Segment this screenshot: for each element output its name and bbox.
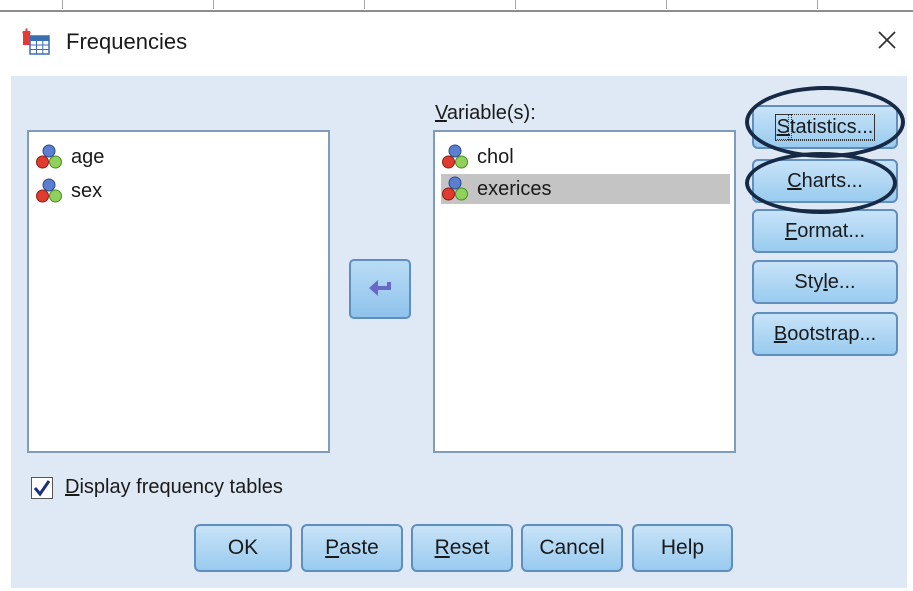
reset-button[interactable]: Reset	[411, 524, 513, 572]
charts-button[interactable]: Charts...	[752, 159, 898, 203]
target-variable-list[interactable]: chol exerices	[433, 130, 736, 453]
background-window-strip	[0, 0, 913, 12]
move-variable-button[interactable]	[349, 259, 411, 319]
close-icon[interactable]	[873, 26, 901, 54]
help-button[interactable]: Help	[632, 524, 733, 572]
dialog-titlebar: Frequencies	[0, 12, 913, 76]
list-item[interactable]: age	[35, 142, 104, 172]
source-variable-list[interactable]: age sex	[27, 130, 330, 453]
list-item-label: age	[71, 145, 105, 168]
nominal-variable-icon	[36, 144, 62, 169]
dialog-body: age sex Variable(s): chol exerices Stati…	[11, 76, 907, 588]
list-item-selected[interactable]: exerices	[441, 174, 730, 204]
spss-frequencies-icon	[22, 28, 50, 55]
list-item-label: exerices	[477, 177, 552, 200]
nominal-variable-icon	[36, 178, 62, 203]
display-frequency-tables-checkbox[interactable]	[31, 476, 53, 499]
list-item-label: sex	[71, 179, 103, 202]
nominal-variable-icon	[442, 176, 468, 201]
cancel-button[interactable]: Cancel	[521, 524, 623, 572]
nominal-variable-icon	[442, 144, 468, 169]
paste-button[interactable]: Paste	[301, 524, 403, 572]
list-item-label: chol	[477, 145, 514, 168]
display-frequency-tables-option: Display frequency tables	[31, 476, 283, 499]
format-button[interactable]: Format...	[752, 209, 898, 253]
checkmark-icon	[33, 479, 51, 496]
statistics-button[interactable]: Statistics...	[752, 105, 898, 149]
arrow-left-icon	[369, 280, 391, 296]
ok-button[interactable]: OK	[194, 524, 292, 572]
dialog-title: Frequencies	[66, 29, 188, 54]
screen: Frequencies age sex Variable(s): chol ex…	[0, 0, 913, 591]
list-item[interactable]: chol	[441, 142, 514, 172]
list-item[interactable]: sex	[35, 176, 102, 206]
display-frequency-tables-label[interactable]: Display frequency tables	[65, 476, 283, 499]
style-button[interactable]: Style...	[752, 260, 898, 304]
variables-label: Variable(s):	[435, 102, 536, 124]
bootstrap-button[interactable]: Bootstrap...	[752, 312, 898, 356]
